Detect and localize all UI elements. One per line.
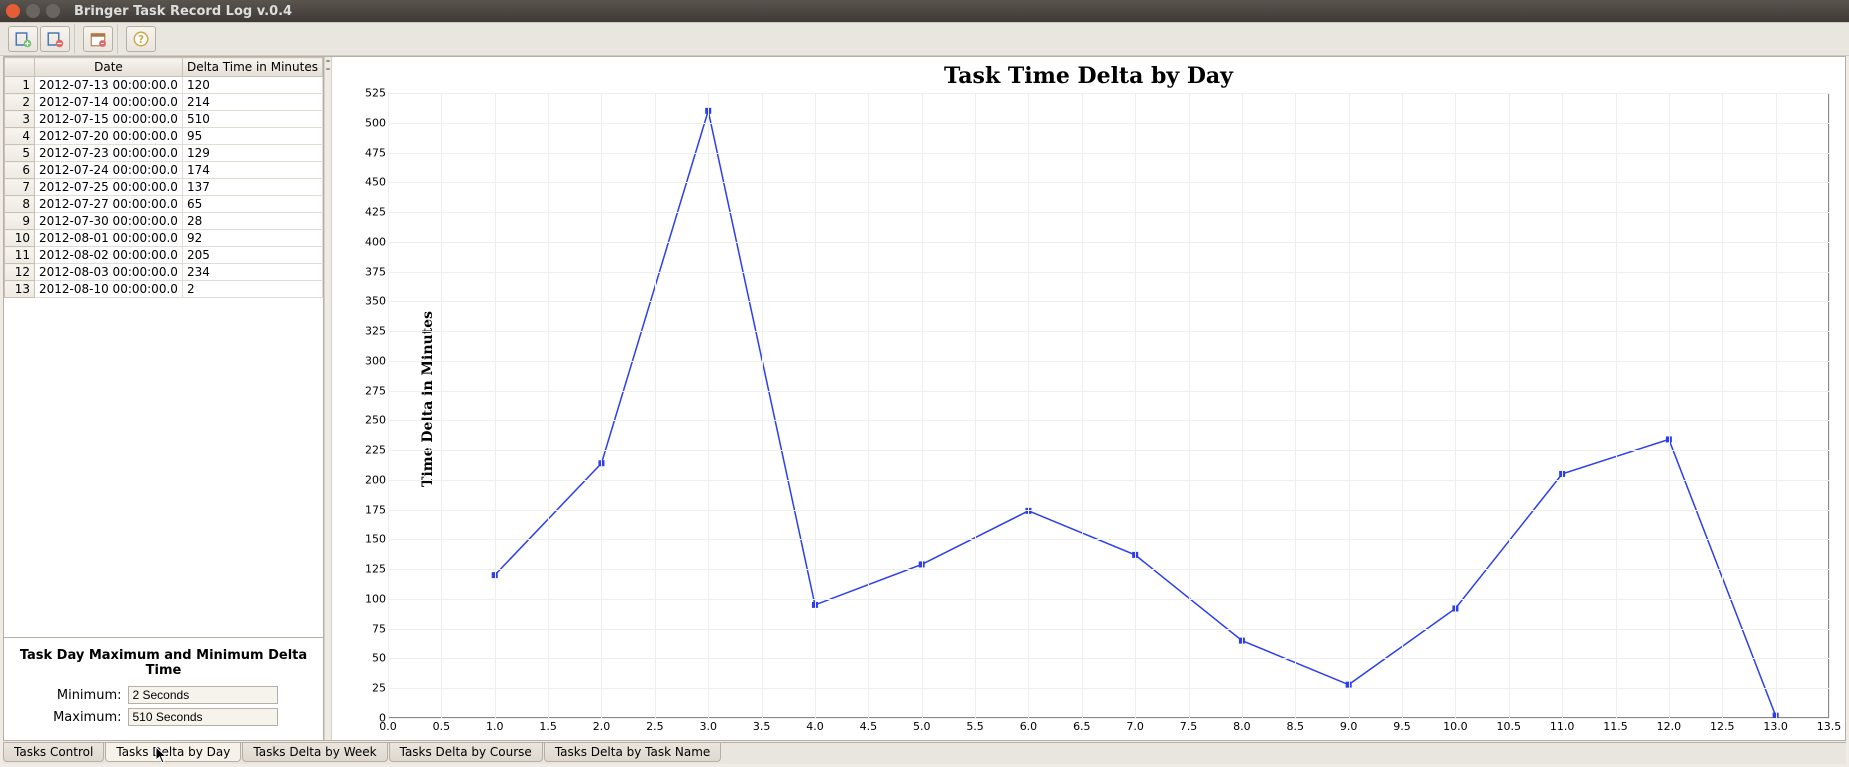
minimum-field[interactable] (128, 686, 278, 704)
data-table: Date Delta Time in Minutes 12012-07-13 0… (4, 57, 323, 298)
chart-plot-area[interactable] (388, 93, 1829, 718)
help-button[interactable]: ? (126, 26, 156, 52)
data-table-wrap[interactable]: Date Delta Time in Minutes 12012-07-13 0… (4, 57, 323, 638)
cell-date[interactable]: 2012-08-03 00:00:00.0 (35, 264, 183, 281)
tab-tasks-delta-by-task-name[interactable]: Tasks Delta by Task Name (544, 743, 721, 762)
tab-tasks-delta-by-day[interactable]: Tasks Delta by Day (105, 743, 241, 762)
row-number: 13 (5, 281, 35, 298)
window-close-button[interactable] (6, 4, 20, 18)
col-header-date[interactable]: Date (35, 58, 183, 77)
table-row[interactable]: 52012-07-23 00:00:00.0129 (5, 145, 323, 162)
cell-delta[interactable]: 205 (182, 247, 322, 264)
cell-date[interactable]: 2012-07-30 00:00:00.0 (35, 213, 183, 230)
row-number: 4 (5, 128, 35, 145)
tab-tasks-delta-by-week[interactable]: Tasks Delta by Week (242, 743, 387, 762)
chart-series (388, 93, 1829, 718)
cell-delta[interactable]: 137 (182, 179, 322, 196)
new-task-icon (14, 30, 32, 48)
minimum-label: Minimum: (50, 688, 122, 703)
row-number: 8 (5, 196, 35, 213)
chart-y-ticks: 0255075100125150175200225250275300325350… (352, 93, 388, 718)
help-icon: ? (132, 30, 150, 48)
delete-task-button[interactable] (40, 26, 70, 52)
cell-delta[interactable]: 129 (182, 145, 322, 162)
row-number: 3 (5, 111, 35, 128)
cell-delta[interactable]: 92 (182, 230, 322, 247)
row-number: 6 (5, 162, 35, 179)
cell-delta[interactable]: 214 (182, 94, 322, 111)
summary-panel: Task Day Maximum and Minimum Delta Time … (4, 638, 323, 740)
table-row[interactable]: 122012-08-03 00:00:00.0234 (5, 264, 323, 281)
table-row[interactable]: 92012-07-30 00:00:00.028 (5, 213, 323, 230)
left-pane: Date Delta Time in Minutes 12012-07-13 0… (4, 57, 324, 740)
maximum-label: Maximum: (50, 710, 122, 725)
table-row[interactable]: 32012-07-15 00:00:00.0510 (5, 111, 323, 128)
table-row[interactable]: 22012-07-14 00:00:00.0214 (5, 94, 323, 111)
cell-delta[interactable]: 234 (182, 264, 322, 281)
cell-delta[interactable]: 510 (182, 111, 322, 128)
row-number: 1 (5, 77, 35, 94)
cell-date[interactable]: 2012-08-01 00:00:00.0 (35, 230, 183, 247)
bottom-tabstrip: Tasks ControlTasks Delta by DayTasks Del… (3, 742, 1846, 764)
delete-task-icon (46, 30, 64, 48)
cell-date[interactable]: 2012-07-20 00:00:00.0 (35, 128, 183, 145)
cell-delta[interactable]: 95 (182, 128, 322, 145)
cell-date[interactable]: 2012-08-02 00:00:00.0 (35, 247, 183, 264)
table-row[interactable]: 102012-08-01 00:00:00.092 (5, 230, 323, 247)
col-header-rownum[interactable] (5, 58, 35, 77)
table-row[interactable]: 12012-07-13 00:00:00.0120 (5, 77, 323, 94)
cell-date[interactable]: 2012-07-23 00:00:00.0 (35, 145, 183, 162)
cell-date[interactable]: 2012-07-24 00:00:00.0 (35, 162, 183, 179)
table-row[interactable]: 62012-07-24 00:00:00.0174 (5, 162, 323, 179)
window-titlebar: Bringer Task Record Log v.0.4 (0, 0, 1849, 22)
row-number: 5 (5, 145, 35, 162)
cell-delta[interactable]: 120 (182, 77, 322, 94)
row-number: 9 (5, 213, 35, 230)
split-pane-divider[interactable] (324, 57, 332, 740)
row-number: 7 (5, 179, 35, 196)
row-number: 2 (5, 94, 35, 111)
row-number: 12 (5, 264, 35, 281)
col-header-delta[interactable]: Delta Time in Minutes (182, 58, 322, 77)
cell-date[interactable]: 2012-08-10 00:00:00.0 (35, 281, 183, 298)
table-row[interactable]: 112012-08-02 00:00:00.0205 (5, 247, 323, 264)
calendar-button[interactable] (83, 26, 113, 52)
cell-date[interactable]: 2012-07-15 00:00:00.0 (35, 111, 183, 128)
svg-text:?: ? (138, 34, 144, 46)
cell-delta[interactable]: 65 (182, 196, 322, 213)
table-row[interactable]: 82012-07-27 00:00:00.065 (5, 196, 323, 213)
table-row[interactable]: 42012-07-20 00:00:00.095 (5, 128, 323, 145)
window-maximize-button[interactable] (46, 4, 60, 18)
main-content: Date Delta Time in Minutes 12012-07-13 0… (3, 56, 1846, 741)
cell-delta[interactable]: 28 (182, 213, 322, 230)
table-row[interactable]: 132012-08-10 00:00:00.02 (5, 281, 323, 298)
cell-date[interactable]: 2012-07-13 00:00:00.0 (35, 77, 183, 94)
summary-title: Task Day Maximum and Minimum Delta Time (14, 648, 313, 678)
window-minimize-button[interactable] (26, 4, 40, 18)
cell-delta[interactable]: 2 (182, 281, 322, 298)
tab-tasks-delta-by-course[interactable]: Tasks Delta by Course (389, 743, 543, 762)
window-title: Bringer Task Record Log v.0.4 (74, 4, 292, 19)
chart-x-ticks: 0.00.51.01.52.02.53.03.54.04.55.05.56.06… (388, 720, 1829, 736)
cell-date[interactable]: 2012-07-25 00:00:00.0 (35, 179, 183, 196)
table-row[interactable]: 72012-07-25 00:00:00.0137 (5, 179, 323, 196)
chart-pane: Task Time Delta by Day Time Delta in Min… (332, 57, 1845, 740)
calendar-icon (89, 30, 107, 48)
cell-delta[interactable]: 174 (182, 162, 322, 179)
row-number: 11 (5, 247, 35, 264)
toolbar: ? (0, 22, 1849, 56)
tab-tasks-control[interactable]: Tasks Control (3, 743, 104, 762)
maximum-field[interactable] (128, 708, 278, 726)
chart-title: Task Time Delta by Day (332, 57, 1845, 95)
cell-date[interactable]: 2012-07-27 00:00:00.0 (35, 196, 183, 213)
cell-date[interactable]: 2012-07-14 00:00:00.0 (35, 94, 183, 111)
new-task-button[interactable] (8, 26, 38, 52)
row-number: 10 (5, 230, 35, 247)
